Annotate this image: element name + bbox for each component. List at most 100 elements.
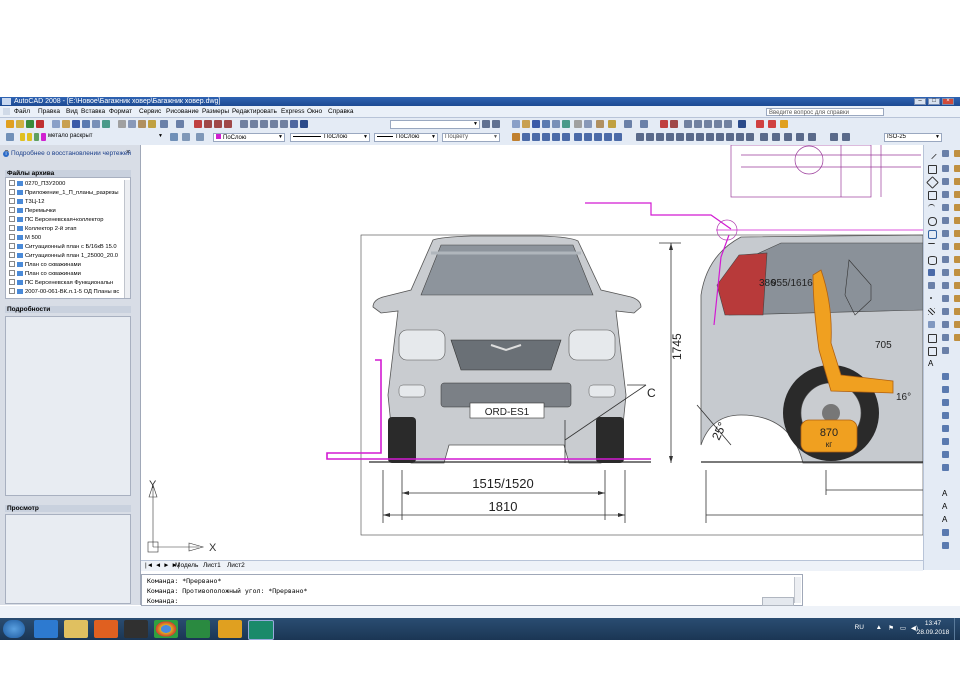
tab-sheet1[interactable]: Лист1 [203, 562, 221, 569]
command-prompt[interactable]: Команда: [147, 597, 178, 605]
trim-icon[interactable] [942, 269, 949, 276]
tree-item[interactable]: М 500 [9, 234, 41, 242]
pan-2-icon[interactable] [660, 120, 668, 128]
match-2-icon[interactable] [608, 120, 616, 128]
extra-tool-7-icon[interactable] [954, 230, 960, 237]
tolerance-icon[interactable] [746, 133, 754, 141]
paste-icon[interactable] [138, 120, 146, 128]
pan-icon[interactable] [194, 120, 202, 128]
plotstyle-combo[interactable]: Поцвету ▼ [442, 133, 500, 142]
tree-item[interactable]: Перемычки [9, 207, 56, 215]
snap-midpoint-icon[interactable] [542, 133, 550, 141]
publish-icon[interactable] [102, 120, 110, 128]
customize-icon[interactable] [492, 120, 500, 128]
tool-palettes-icon[interactable] [260, 120, 268, 128]
expand-icon[interactable] [9, 189, 15, 196]
extra-tool-15-icon[interactable] [954, 334, 960, 341]
layer-lock-icon[interactable] [34, 133, 39, 141]
expand-icon[interactable] [9, 234, 15, 241]
expand-icon[interactable] [9, 225, 15, 232]
express-tool-icon[interactable] [756, 120, 764, 128]
dim-quick-icon[interactable] [696, 133, 704, 141]
arc-icon[interactable] [928, 204, 935, 212]
multileader-style-icon[interactable] [942, 412, 949, 419]
extra-tool-12-icon[interactable] [954, 295, 960, 302]
dim-space-icon[interactable] [726, 133, 734, 141]
tree-item[interactable]: Т3Ц-12 [9, 198, 44, 206]
mail-icon[interactable] [218, 620, 242, 638]
horizontal-scroll-thumb[interactable] [762, 597, 794, 606]
open-icon[interactable] [16, 120, 24, 128]
magenta-polyline-top[interactable] [585, 202, 732, 230]
tab-model[interactable]: Модель [175, 562, 198, 569]
gradient-icon[interactable] [928, 321, 935, 328]
help-icon[interactable] [300, 120, 308, 128]
sheet-set-icon[interactable] [270, 120, 278, 128]
save-icon[interactable] [72, 120, 80, 128]
publish-2-icon[interactable] [562, 120, 570, 128]
spline-icon[interactable] [928, 243, 935, 251]
show-desktop-button[interactable] [954, 618, 960, 640]
clock-time[interactable]: 13:47 [920, 620, 946, 627]
layer-on-icon[interactable] [20, 133, 25, 141]
dim-edit-icon[interactable] [796, 133, 804, 141]
expand-icon[interactable] [9, 216, 15, 223]
object-snap-icon[interactable] [522, 133, 530, 141]
find-text-icon[interactable]: A [942, 516, 949, 524]
new-file-2-icon[interactable] [512, 120, 520, 128]
tree-item[interactable]: ПС Берсеневская Функциональн [9, 279, 113, 287]
photo-app-icon[interactable] [124, 620, 148, 638]
zoom-2-icon[interactable] [670, 120, 678, 128]
recovery-info-link[interactable]: i Подробнее о восстановлении чертежей [3, 150, 131, 157]
menu-dimensions[interactable]: Размеры [202, 108, 229, 115]
dim-continue-icon[interactable] [716, 133, 724, 141]
dim-style-icon[interactable] [842, 133, 850, 141]
layer-freeze-icon[interactable] [27, 133, 32, 141]
file-explorer-icon[interactable] [64, 620, 88, 638]
snap-intersection-icon[interactable] [552, 133, 560, 141]
layer-combo[interactable]: метало раскрыт ▼ [46, 133, 164, 142]
undo-2-icon[interactable] [624, 120, 632, 128]
open-2-icon[interactable] [522, 120, 530, 128]
layer-state-icon[interactable] [196, 133, 204, 141]
single-line-text-icon[interactable]: A [942, 490, 949, 498]
fillet-icon[interactable] [942, 334, 949, 341]
autocad-app-icon[interactable] [2, 98, 11, 105]
markup-icon[interactable] [280, 120, 288, 128]
snap-nearest-icon[interactable] [604, 133, 612, 141]
extra-tool-6-icon[interactable] [954, 217, 960, 224]
expand-icon[interactable] [9, 243, 15, 250]
dim-angular-icon[interactable] [686, 133, 694, 141]
dim-text-edit-icon[interactable] [808, 133, 816, 141]
clock-date[interactable]: 28.09.2018 [916, 629, 950, 636]
make-current-icon[interactable] [170, 133, 178, 141]
expand-icon[interactable] [9, 288, 15, 295]
zoom-realtime-icon[interactable] [204, 120, 212, 128]
tree-item[interactable]: Ситуационный план 1_25000_20.0 [9, 252, 118, 260]
expand-icon[interactable] [9, 279, 15, 286]
sheetset-2-icon[interactable] [714, 120, 722, 128]
palettes-2-icon[interactable] [704, 120, 712, 128]
maximize-button[interactable]: □ [928, 98, 940, 105]
extra-tool-8-icon[interactable] [954, 243, 960, 250]
revision-cloud-icon[interactable] [928, 230, 937, 239]
properties-2-icon[interactable] [684, 120, 692, 128]
dim-update-icon[interactable] [830, 133, 838, 141]
materials-icon[interactable] [942, 464, 949, 471]
archive-files-header[interactable]: Файлы архива [5, 170, 131, 177]
help-2-icon[interactable] [738, 120, 746, 128]
command-line[interactable]: Команда: *Прервано* Команда: Противополо… [141, 574, 803, 606]
copy-2-icon[interactable] [584, 120, 592, 128]
spell-check-icon[interactable] [942, 529, 949, 536]
undo-icon[interactable] [160, 120, 168, 128]
stretch-icon[interactable] [942, 256, 949, 263]
lineweight-combo[interactable]: ПоСлою ▼ [374, 133, 438, 142]
menu-draw[interactable]: Рисование [166, 108, 199, 115]
line-icon[interactable] [926, 148, 937, 160]
extra-tool-5-icon[interactable] [954, 204, 960, 211]
details-header[interactable]: Подробности [5, 306, 131, 313]
dim-arc-icon[interactable] [646, 133, 654, 141]
dimstyle-combo[interactable]: ISO-25 ▼ [884, 133, 942, 142]
copy-icon[interactable] [128, 120, 136, 128]
menu-format[interactable]: Формат [109, 108, 132, 115]
